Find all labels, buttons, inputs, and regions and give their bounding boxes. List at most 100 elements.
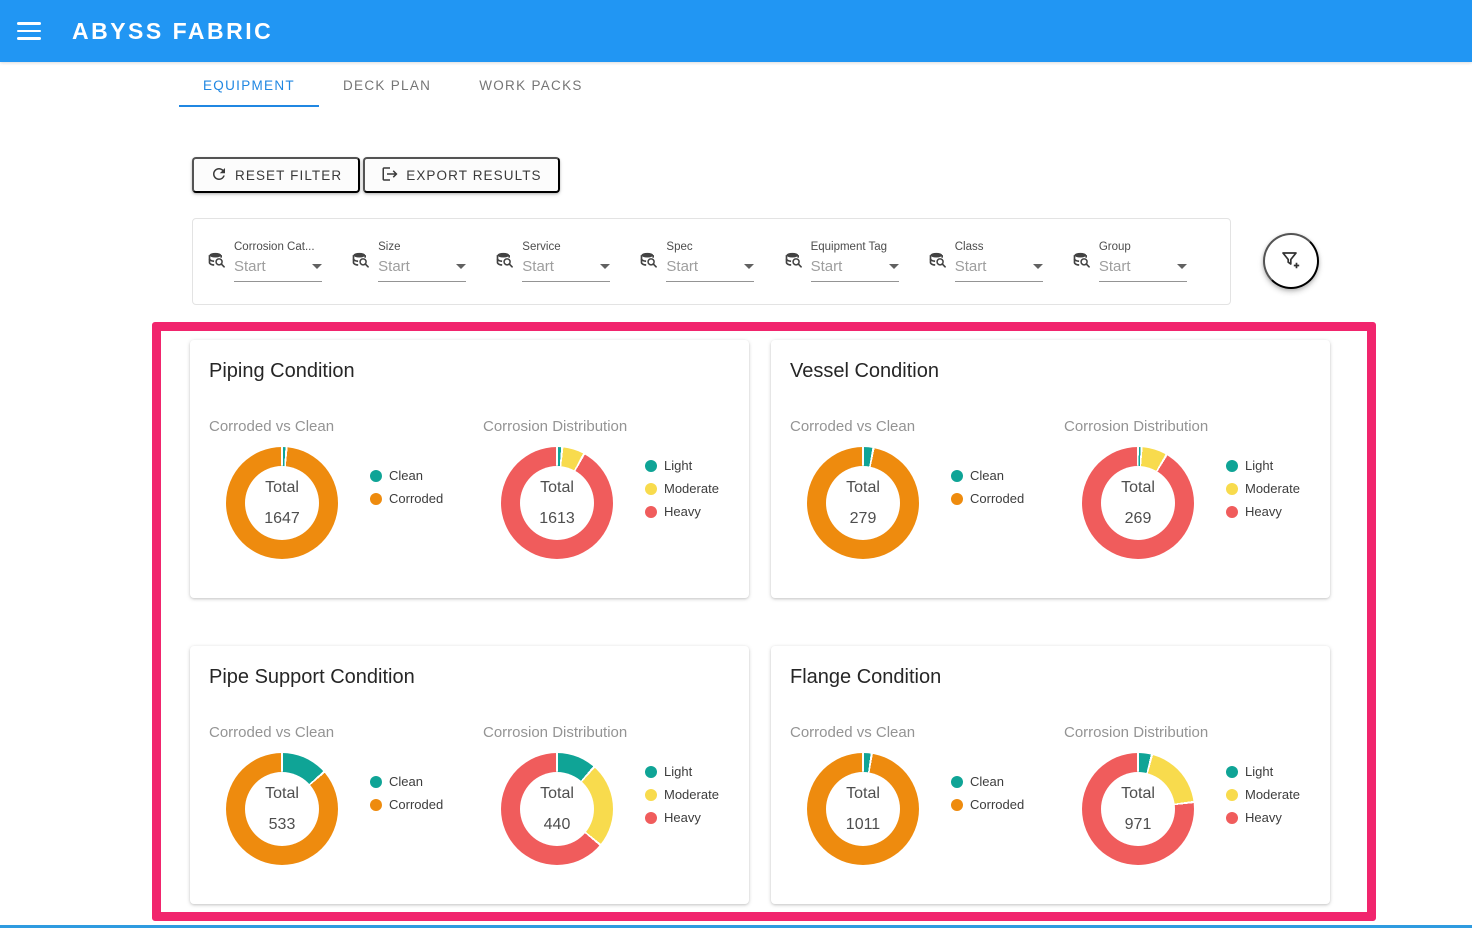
- tab-work-packs[interactable]: WORK PACKS: [455, 65, 607, 107]
- filter-input-equipment-tag[interactable]: [811, 258, 867, 275]
- donut-center: Total 279: [826, 466, 900, 540]
- chevron-down-icon[interactable]: [600, 264, 610, 269]
- toolbar: RESET FILTER EXPORT RESULTS: [192, 157, 560, 193]
- legend-label: Corroded: [970, 797, 1024, 812]
- filter-label: Group: [1099, 241, 1187, 253]
- legend-item-heavy[interactable]: Heavy: [645, 810, 719, 825]
- filter-input-size[interactable]: [378, 258, 434, 275]
- legend-item-corroded[interactable]: Corroded: [951, 491, 1024, 506]
- filter-input-group[interactable]: [1099, 258, 1155, 275]
- chevron-down-icon[interactable]: [889, 264, 899, 269]
- database-search-icon: [784, 251, 804, 282]
- filter-label: Size: [378, 241, 466, 253]
- legend-item-clean[interactable]: Clean: [370, 468, 443, 483]
- card-title: Piping Condition: [209, 360, 355, 383]
- legend-swatch: [1226, 789, 1238, 801]
- legend-item-clean[interactable]: Clean: [951, 774, 1024, 789]
- chart-legend: Light Moderate Heavy: [1226, 458, 1300, 519]
- legend-item-moderate[interactable]: Moderate: [645, 481, 719, 496]
- tab-bar: EQUIPMENT DECK PLAN WORK PACKS: [179, 65, 607, 107]
- chart-subtitle: Corroded vs Clean: [790, 724, 915, 741]
- card-title: Flange Condition: [790, 666, 941, 689]
- legend-label: Light: [664, 764, 692, 779]
- legend-label: Heavy: [1245, 810, 1282, 825]
- legend-item-moderate[interactable]: Moderate: [645, 787, 719, 802]
- donut-center: Total 1613: [520, 466, 594, 540]
- filter-label: Corrosion Cat...: [234, 241, 322, 253]
- donut-total-value: 1613: [539, 511, 575, 527]
- legend-label: Corroded: [970, 491, 1024, 506]
- app-bar: ABYSS FABRIC: [0, 0, 1472, 62]
- chart-legend: Clean Corroded: [951, 468, 1024, 506]
- legend-item-clean[interactable]: Clean: [370, 774, 443, 789]
- donut-total-label: Total: [540, 786, 574, 802]
- chart-subtitle: Corrosion Distribution: [483, 724, 627, 741]
- donut-total-value: 269: [1125, 511, 1152, 527]
- chart-subtitle: Corroded vs Clean: [790, 418, 915, 435]
- chevron-down-icon[interactable]: [1033, 264, 1043, 269]
- filter-input-corrosion-category[interactable]: [234, 258, 290, 275]
- legend-item-heavy[interactable]: Heavy: [1226, 504, 1300, 519]
- legend-swatch: [1226, 483, 1238, 495]
- legend-item-corroded[interactable]: Corroded: [370, 491, 443, 506]
- filter-field-size: Size: [351, 241, 495, 282]
- legend-item-moderate[interactable]: Moderate: [1226, 481, 1300, 496]
- reset-filter-button[interactable]: RESET FILTER: [192, 157, 360, 193]
- filter-field-equipment-tag: Equipment Tag: [784, 241, 928, 282]
- donut-total-value: 1011: [846, 817, 880, 833]
- card-pipe-support-condition: Pipe Support Condition Corroded vs Clean…: [190, 646, 749, 904]
- legend-swatch: [645, 812, 657, 824]
- legend-item-light[interactable]: Light: [645, 458, 719, 473]
- filter-input-class[interactable]: [955, 258, 1011, 275]
- legend-swatch: [645, 483, 657, 495]
- donut-center: Total 269: [1101, 466, 1175, 540]
- filter-label: Equipment Tag: [811, 241, 899, 253]
- filter-input-service[interactable]: [522, 258, 578, 275]
- legend-label: Moderate: [664, 787, 719, 802]
- legend-swatch: [370, 493, 382, 505]
- legend-label: Clean: [970, 774, 1004, 789]
- filter-input-spec[interactable]: [666, 258, 722, 275]
- add-filter-button[interactable]: [1263, 233, 1319, 289]
- chevron-down-icon[interactable]: [1177, 264, 1187, 269]
- legend-swatch: [370, 799, 382, 811]
- donut-total-label: Total: [846, 480, 880, 496]
- legend-item-corroded[interactable]: Corroded: [370, 797, 443, 812]
- legend-label: Corroded: [389, 491, 443, 506]
- donut-total-label: Total: [265, 786, 299, 802]
- legend-swatch: [645, 766, 657, 778]
- legend-item-moderate[interactable]: Moderate: [1226, 787, 1300, 802]
- filter-plus-icon: [1279, 248, 1303, 275]
- database-search-icon: [495, 251, 515, 282]
- legend-label: Moderate: [1245, 787, 1300, 802]
- donut-chart-corroded-vs-clean: Total 533: [226, 753, 338, 865]
- legend-item-light[interactable]: Light: [1226, 764, 1300, 779]
- legend-item-clean[interactable]: Clean: [951, 468, 1024, 483]
- legend-item-heavy[interactable]: Heavy: [1226, 810, 1300, 825]
- chevron-down-icon[interactable]: [456, 264, 466, 269]
- legend-label: Heavy: [664, 504, 701, 519]
- legend-item-heavy[interactable]: Heavy: [645, 504, 719, 519]
- legend-label: Corroded: [389, 797, 443, 812]
- export-results-button[interactable]: EXPORT RESULTS: [363, 157, 559, 193]
- legend-swatch: [645, 506, 657, 518]
- legend-item-corroded[interactable]: Corroded: [951, 797, 1024, 812]
- legend-swatch: [951, 470, 963, 482]
- chevron-down-icon[interactable]: [312, 264, 322, 269]
- filter-field-service: Service: [495, 241, 639, 282]
- legend-item-light[interactable]: Light: [1226, 458, 1300, 473]
- filter-panel: Corrosion Cat... Size Service: [192, 218, 1231, 305]
- tab-deck-plan[interactable]: DECK PLAN: [319, 65, 455, 107]
- filter-field-corrosion-category: Corrosion Cat...: [207, 241, 351, 282]
- tab-equipment[interactable]: EQUIPMENT: [179, 65, 319, 107]
- filter-field-spec: Spec: [639, 241, 783, 282]
- chevron-down-icon[interactable]: [744, 264, 754, 269]
- legend-label: Heavy: [664, 810, 701, 825]
- chart-subtitle: Corrosion Distribution: [1064, 418, 1208, 435]
- filter-label: Spec: [666, 241, 754, 253]
- bottom-divider: [0, 925, 1472, 928]
- hamburger-menu-icon[interactable]: [17, 22, 41, 40]
- legend-label: Moderate: [664, 481, 719, 496]
- legend-item-light[interactable]: Light: [645, 764, 719, 779]
- card-vessel-condition: Vessel Condition Corroded vs Clean Corro…: [771, 340, 1330, 598]
